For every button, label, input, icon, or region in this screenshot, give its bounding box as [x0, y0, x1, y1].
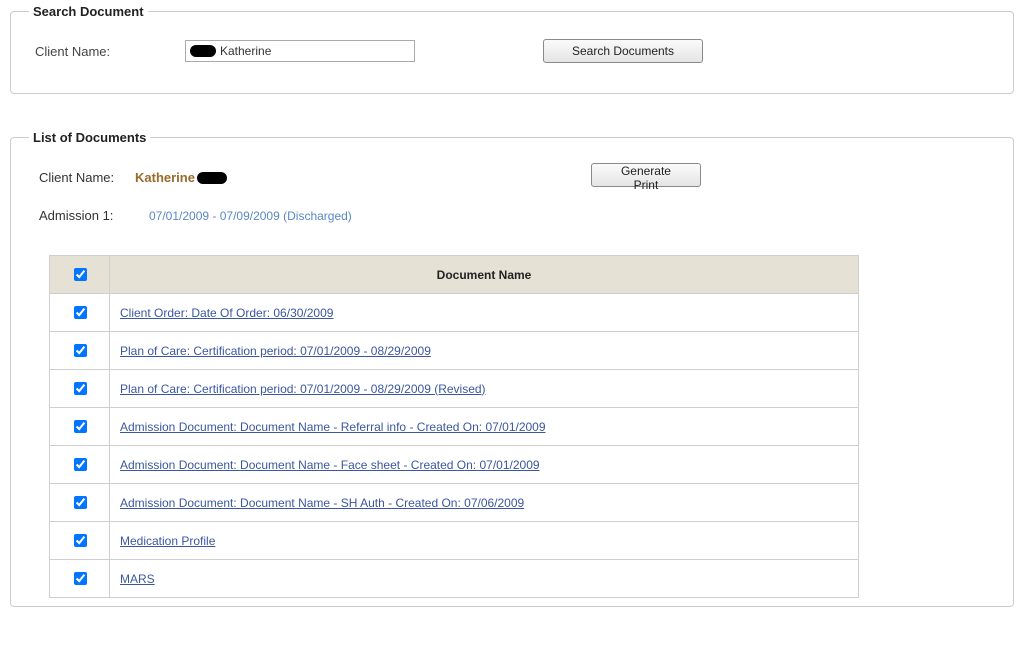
- row-checkbox[interactable]: [74, 420, 87, 433]
- list-client-name-label: Client Name:: [39, 170, 135, 185]
- row-checkbox[interactable]: [74, 382, 87, 395]
- row-checkbox[interactable]: [74, 306, 87, 319]
- select-all-checkbox[interactable]: [74, 268, 87, 281]
- redacted-lastname-display: [197, 172, 227, 184]
- table-row: MARS: [50, 560, 859, 598]
- admission-label: Admission 1:: [39, 208, 135, 223]
- row-checkbox[interactable]: [74, 496, 87, 509]
- row-checkbox[interactable]: [74, 344, 87, 357]
- search-document-panel: Search Document Client Name: Katherine S…: [10, 4, 1014, 94]
- document-link[interactable]: Admission Document: Document Name - Refe…: [120, 420, 546, 434]
- table-row: Admission Document: Document Name - Face…: [50, 446, 859, 484]
- document-link[interactable]: Medication Profile: [120, 534, 215, 548]
- header-checkbox-cell: [50, 256, 110, 294]
- document-link[interactable]: MARS: [120, 572, 155, 586]
- table-row: Client Order: Date Of Order: 06/30/2009: [50, 294, 859, 332]
- search-legend: Search Document: [29, 4, 148, 19]
- row-checkbox[interactable]: [74, 534, 87, 547]
- header-document-name: Document Name: [110, 256, 859, 294]
- client-name-label: Client Name:: [35, 44, 185, 59]
- table-row: Plan of Care: Certification period: 07/0…: [50, 332, 859, 370]
- document-link[interactable]: Plan of Care: Certification period: 07/0…: [120, 382, 486, 396]
- list-client-name-value: Katherine: [135, 170, 195, 185]
- redacted-lastname: [190, 45, 216, 57]
- row-checkbox[interactable]: [74, 572, 87, 585]
- table-row: Admission Document: Document Name - SH A…: [50, 484, 859, 522]
- document-link[interactable]: Admission Document: Document Name - SH A…: [120, 496, 524, 510]
- table-row: Plan of Care: Certification period: 07/0…: [50, 370, 859, 408]
- row-checkbox[interactable]: [74, 458, 87, 471]
- documents-table: Document Name Client Order: Date Of Orde…: [49, 255, 859, 598]
- client-name-input-text: Katherine: [220, 44, 271, 58]
- document-link[interactable]: Admission Document: Document Name - Face…: [120, 458, 540, 472]
- admission-value: 07/01/2009 - 07/09/2009 (Discharged): [149, 209, 352, 223]
- document-link[interactable]: Client Order: Date Of Order: 06/30/2009: [120, 306, 333, 320]
- search-documents-button[interactable]: Search Documents: [543, 39, 703, 63]
- document-link[interactable]: Plan of Care: Certification period: 07/0…: [120, 344, 431, 358]
- table-row: Medication Profile: [50, 522, 859, 560]
- client-name-input[interactable]: Katherine: [185, 40, 415, 62]
- generate-print-button[interactable]: Generate Print: [591, 163, 701, 187]
- list-of-documents-panel: List of Documents Client Name: Katherine…: [10, 130, 1014, 607]
- list-legend: List of Documents: [29, 130, 150, 145]
- table-row: Admission Document: Document Name - Refe…: [50, 408, 859, 446]
